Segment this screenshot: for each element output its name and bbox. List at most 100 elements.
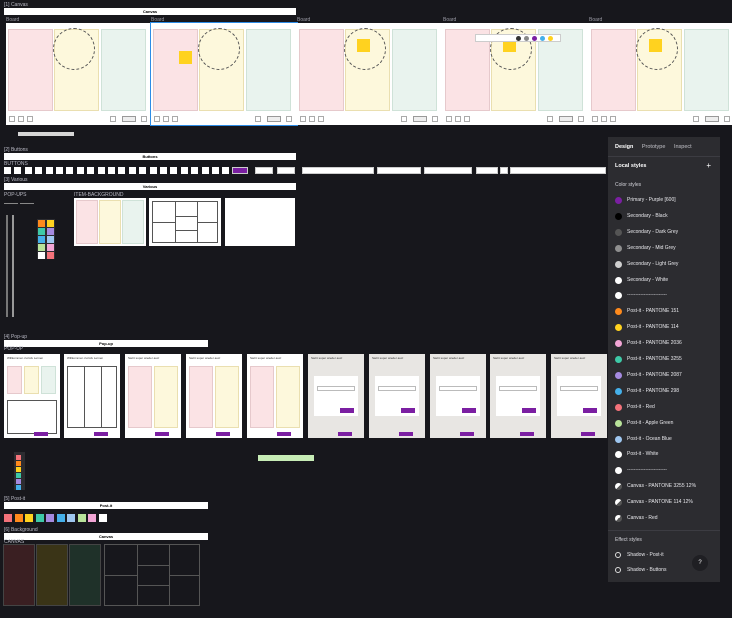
board-tool-icon[interactable] [464,116,470,122]
popup-submit-button[interactable] [462,408,476,413]
board-zoom-icon[interactable] [401,116,407,122]
board-tool-icon[interactable] [154,116,160,122]
board-tool-icon[interactable] [300,116,306,122]
color-picker-chip[interactable] [38,220,45,227]
popup-confirm-button[interactable] [520,432,534,436]
color-picker-chip[interactable] [38,236,45,243]
board-menu-icon[interactable] [578,116,584,122]
component-button-icon[interactable] [212,167,219,174]
vertical-picker-chip[interactable] [16,485,21,490]
component-button-icon[interactable] [56,167,63,174]
popup-option-yellow[interactable] [24,366,39,394]
board-tool-icon[interactable] [446,116,452,122]
vertical-picker-chip[interactable] [16,479,21,484]
vertical-picker-chip[interactable] [16,473,21,478]
board-next-button[interactable] [705,116,719,122]
popup-input-field[interactable] [499,386,537,391]
toolbar-option-icon[interactable] [524,36,529,41]
component-button-icon[interactable] [108,167,115,174]
board-tool-icon[interactable] [455,116,461,122]
post-it-note[interactable] [649,39,662,52]
color-picker-chip[interactable] [47,220,54,227]
popup-option-pink[interactable] [7,366,22,394]
popup-confirm-button[interactable] [216,432,230,436]
tab-inspect[interactable]: Inspect [674,144,692,150]
popup-submit-button[interactable] [583,408,597,413]
component-button-icon[interactable] [14,167,22,174]
post-it-note[interactable] [179,51,192,64]
add-style-button[interactable]: + [706,161,711,170]
board-frame[interactable] [150,22,298,126]
board-menu-icon[interactable] [724,116,730,122]
component-button[interactable] [255,167,273,174]
postit-color-swatch[interactable] [88,514,96,522]
component-button-icon[interactable] [128,167,136,174]
popup-submit-button[interactable] [340,408,354,413]
toolbar-option-icon[interactable] [532,36,537,41]
postit-color-swatch[interactable] [14,514,23,522]
component-button-icon[interactable] [87,167,95,174]
postit-color-swatch[interactable] [35,514,44,522]
color-picker-chip[interactable] [47,236,54,243]
postit-color-swatch[interactable] [77,514,86,522]
popup-confirm-button[interactable] [94,432,108,436]
popup-submit-button[interactable] [522,408,536,413]
component-button[interactable] [500,167,508,174]
slider-track-1[interactable] [6,215,8,317]
component-button-icon[interactable] [76,167,84,174]
board-next-button[interactable] [413,116,427,122]
component-button[interactable] [510,167,606,174]
popup-confirm-button[interactable] [399,432,413,436]
component-button-icon[interactable] [4,167,11,174]
popup-option-green[interactable] [41,366,56,394]
component-button-icon[interactable] [45,167,53,174]
component-button-icon[interactable] [149,167,157,174]
board-menu-icon[interactable] [141,116,147,122]
component-button-icon[interactable] [97,167,105,174]
component-button-icon[interactable] [180,167,188,174]
component-button-icon[interactable] [139,167,147,174]
board-tool-icon[interactable] [163,116,169,122]
component-button-icon[interactable] [222,167,230,174]
component-button[interactable] [232,167,248,174]
popup-confirm-button[interactable] [34,432,48,436]
component-button-icon[interactable] [24,167,32,174]
board-next-button[interactable] [559,116,573,122]
board-tool-icon[interactable] [172,116,178,122]
popup-submit-button[interactable] [401,408,415,413]
post-it-note[interactable] [357,39,370,52]
color-picker-chip[interactable] [38,228,45,235]
component-button[interactable] [424,167,472,174]
horizontal-scroll-strip[interactable] [18,132,74,136]
board-tool-icon[interactable] [318,116,324,122]
component-button-icon[interactable] [201,167,209,174]
board-frame[interactable] [589,23,732,125]
vertical-picker-chip[interactable] [16,461,21,466]
component-button[interactable] [302,167,374,174]
vertical-picker-chip[interactable] [16,467,21,472]
board-zoom-icon[interactable] [547,116,553,122]
popup-confirm-button[interactable] [581,432,595,436]
postit-color-swatch[interactable] [98,514,107,522]
board-tool-icon[interactable] [27,116,33,122]
color-picker-chip[interactable] [47,228,54,235]
board-tool-icon[interactable] [18,116,24,122]
color-picker-chip[interactable] [38,252,45,259]
board-next-button[interactable] [122,116,136,122]
board-zoom-icon[interactable] [255,116,261,122]
postit-color-swatch[interactable] [67,514,75,522]
popup-input-field[interactable] [317,386,355,391]
component-button[interactable] [476,167,498,174]
component-button-icon[interactable] [191,167,199,174]
board-tool-icon[interactable] [601,116,607,122]
toolbar-option-icon[interactable] [548,36,553,41]
component-button-icon[interactable] [35,167,43,174]
popup-confirm-button[interactable] [460,432,474,436]
board-frame[interactable] [6,23,152,125]
board-frame[interactable] [297,23,443,125]
popup-option-grid[interactable] [7,400,57,434]
popup-input-field[interactable] [378,386,416,391]
board-zoom-icon[interactable] [693,116,699,122]
tab-design[interactable]: Design [615,144,633,150]
postit-color-swatch[interactable] [25,514,33,522]
